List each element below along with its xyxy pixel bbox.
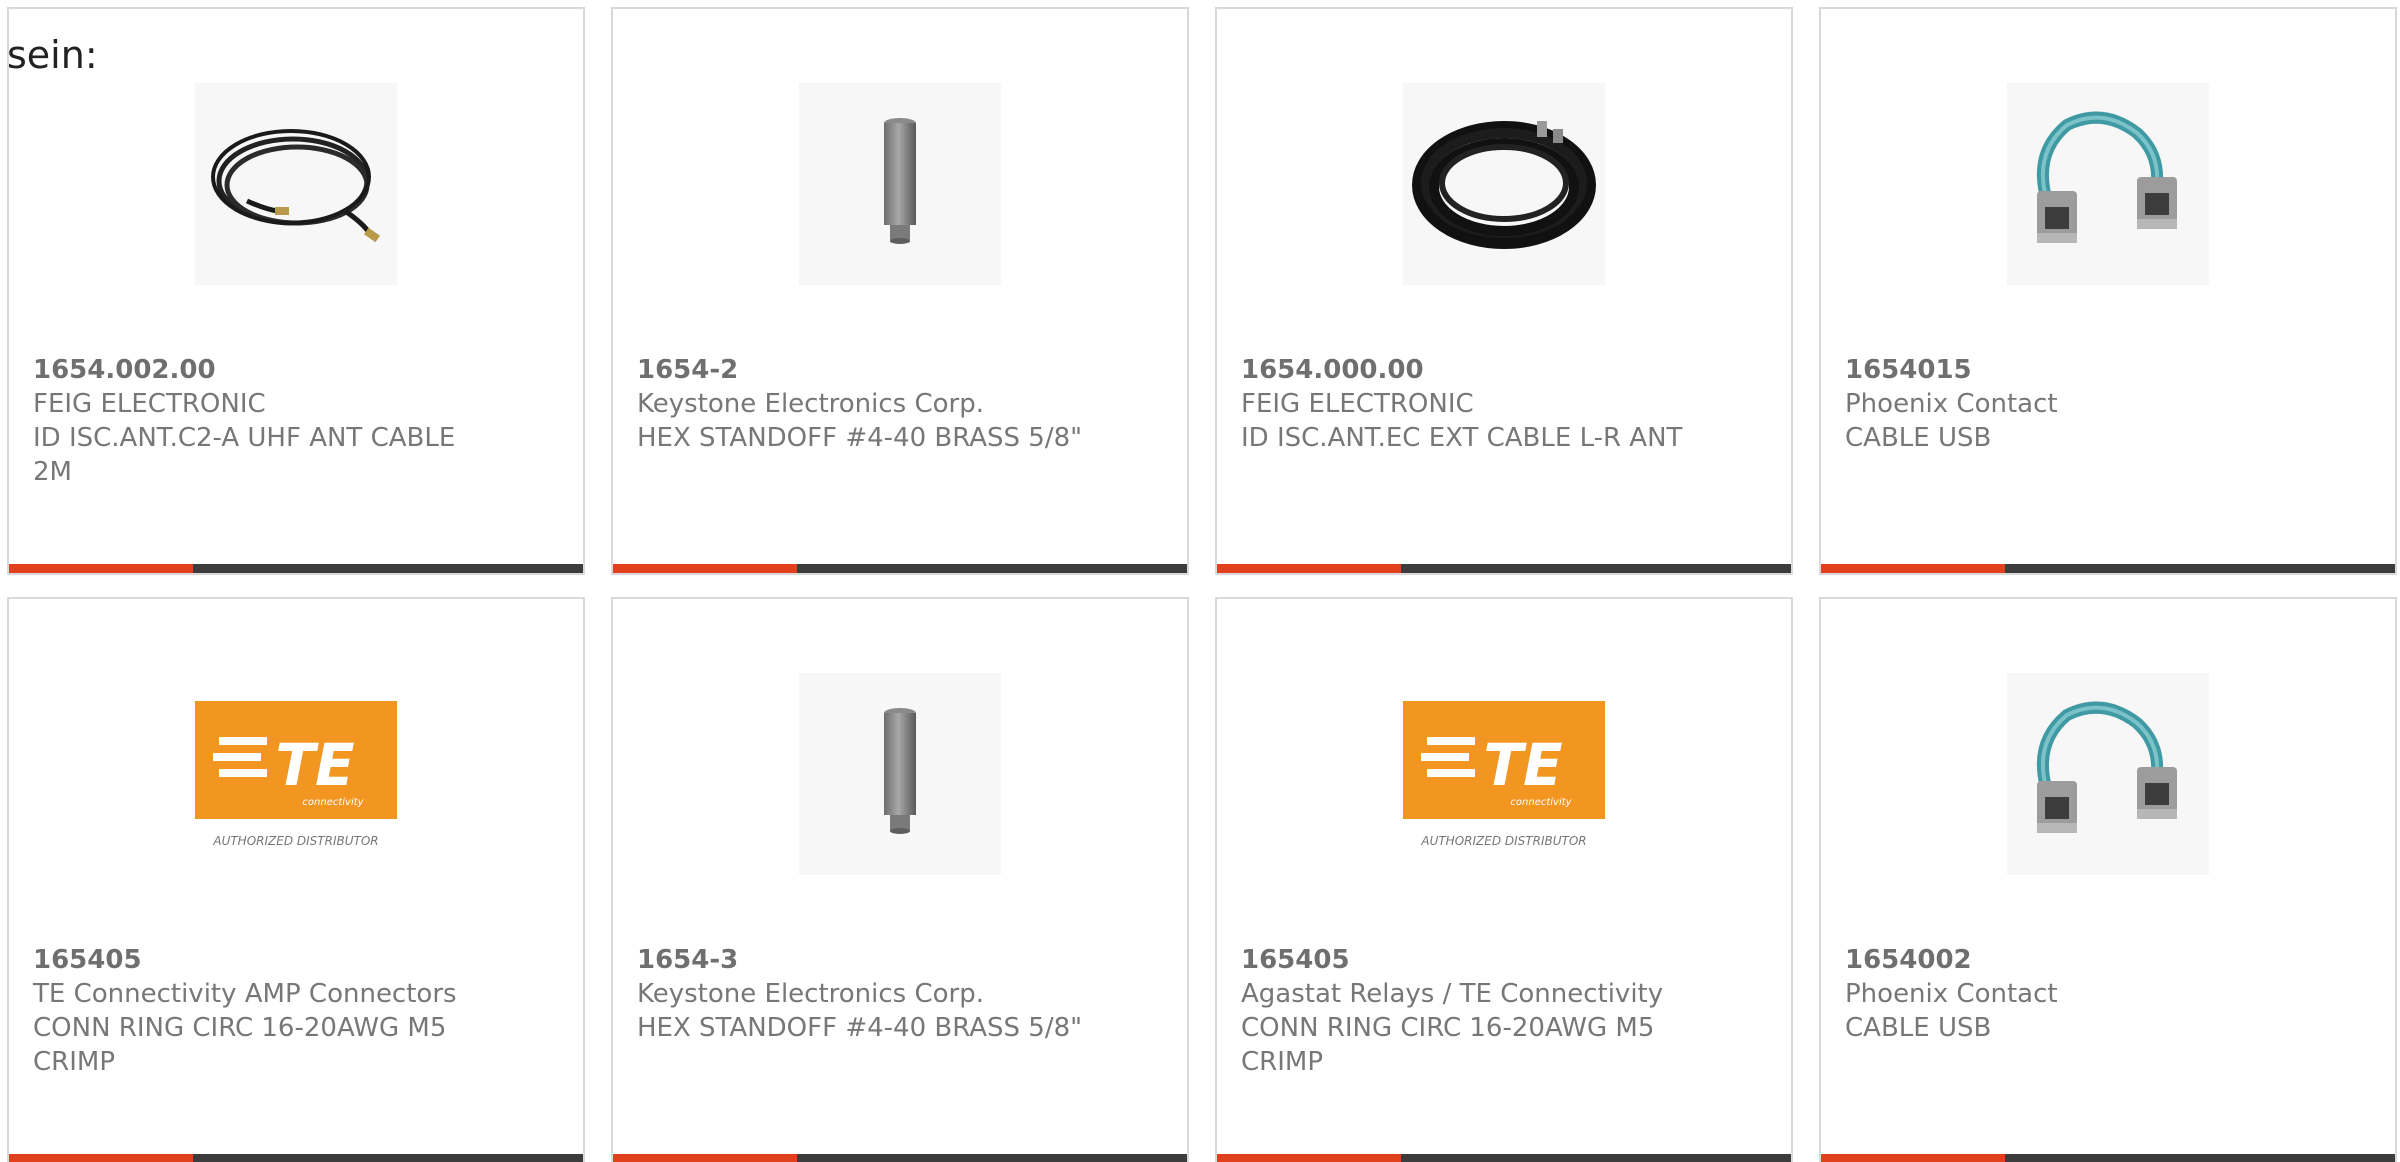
product-image[interactable]: [799, 673, 1001, 875]
card-bottom-bar: [9, 564, 583, 573]
part-number[interactable]: 1654.002.00: [33, 353, 493, 387]
card-accent: [1217, 1154, 1401, 1162]
card-bottom-bar: [9, 1154, 583, 1162]
te-logo-sub: connectivity: [1510, 797, 1572, 808]
part-number[interactable]: 1654.000.00: [1241, 353, 1701, 387]
card-accent: [9, 1154, 193, 1162]
part-number[interactable]: 1654002: [1845, 943, 2305, 977]
card-bottom-bar: [1217, 564, 1791, 573]
te-logo: TE connectivity AUTHORIZED DISTRIBUTOR: [195, 701, 397, 848]
hex-standoff-icon: [884, 708, 916, 834]
product-image[interactable]: [799, 83, 1001, 285]
manufacturer: Agastat Relays / TE Connectivity: [1241, 979, 1664, 1009]
product-image[interactable]: TE connectivity AUTHORIZED DISTRIBUTOR: [195, 673, 397, 875]
description: ID ISC.ANT.C2-A UHF ANT CABLE 2M: [33, 423, 456, 487]
product-info: 1654-3 Keystone Electronics Corp. HEX ST…: [637, 943, 1097, 1045]
description: CABLE USB: [1845, 1013, 1992, 1043]
product-info: 1654.002.00 FEIG ELECTRONIC ID ISC.ANT.C…: [33, 353, 493, 489]
card-accent: [1821, 564, 2005, 573]
te-logo-sub: connectivity: [302, 797, 364, 808]
hex-standoff-icon: [884, 118, 916, 244]
product-image[interactable]: [1403, 83, 1605, 285]
card-bottom-bar: [613, 1154, 1187, 1162]
card-accent: [1821, 1154, 2005, 1162]
product-card[interactable]: 1654.002.00 FEIG ELECTRONIC ID ISC.ANT.C…: [7, 7, 585, 575]
card-bottom-bar: [1821, 1154, 2395, 1162]
product-card[interactable]: 1654002 Phoenix Contact CABLE USB: [1819, 597, 2397, 1162]
card-bottom-bar: [1217, 1154, 1791, 1162]
te-logo-caption: AUTHORIZED DISTRIBUTOR: [1420, 834, 1586, 848]
coiled-cable-thick-icon: [1412, 121, 1596, 249]
part-number[interactable]: 1654-2: [637, 353, 1097, 387]
manufacturer: TE Connectivity AMP Connectors: [33, 979, 457, 1009]
manufacturer: FEIG ELECTRONIC: [1241, 389, 1474, 419]
lead-text: sein:: [7, 33, 98, 77]
te-logo-brand: TE: [275, 731, 354, 799]
manufacturer: Phoenix Contact: [1845, 979, 2058, 1009]
product-card[interactable]: 1654.000.00 FEIG ELECTRONIC ID ISC.ANT.E…: [1215, 7, 1793, 575]
product-card[interactable]: 1654015 Phoenix Contact CABLE USB: [1819, 7, 2397, 575]
product-image[interactable]: [2007, 83, 2209, 285]
product-info: 1654015 Phoenix Contact CABLE USB: [1845, 353, 2305, 455]
manufacturer: Keystone Electronics Corp.: [637, 979, 985, 1009]
description: CONN RING CIRC 16-20AWG M5 CRIMP: [33, 1013, 447, 1077]
product-image[interactable]: [2007, 673, 2209, 875]
description: CONN RING CIRC 16-20AWG M5 CRIMP: [1241, 1013, 1655, 1077]
product-info: 1654.000.00 FEIG ELECTRONIC ID ISC.ANT.E…: [1241, 353, 1701, 455]
product-image[interactable]: [195, 83, 397, 285]
te-logo-caption: AUTHORIZED DISTRIBUTOR: [212, 834, 378, 848]
product-grid-page: sein: 1654.002.00 FEIG ELECTRONIC ID ISC…: [0, 0, 2400, 1162]
part-number[interactable]: 165405: [1241, 943, 1701, 977]
product-info: 165405 TE Connectivity AMP Connectors CO…: [33, 943, 493, 1079]
card-accent: [9, 564, 193, 573]
te-logo: TE connectivity AUTHORIZED DISTRIBUTOR: [1403, 701, 1605, 848]
manufacturer: FEIG ELECTRONIC: [33, 389, 266, 419]
part-number[interactable]: 1654-3: [637, 943, 1097, 977]
card-accent: [613, 564, 797, 573]
description: ID ISC.ANT.EC EXT CABLE L-R ANT: [1241, 423, 1683, 453]
product-info: 165405 Agastat Relays / TE Connectivity …: [1241, 943, 1701, 1079]
te-logo-brand: TE: [1483, 731, 1562, 799]
description: HEX STANDOFF #4-40 BRASS 5/8": [637, 1013, 1083, 1043]
manufacturer: Phoenix Contact: [1845, 389, 2058, 419]
card-accent: [613, 1154, 797, 1162]
product-card[interactable]: 1654-2 Keystone Electronics Corp. HEX ST…: [611, 7, 1189, 575]
product-info: 1654-2 Keystone Electronics Corp. HEX ST…: [637, 353, 1097, 455]
product-card[interactable]: 1654-3 Keystone Electronics Corp. HEX ST…: [611, 597, 1189, 1162]
usb-cable-icon: [2036, 701, 2177, 833]
coiled-cable-thin-icon: [211, 129, 381, 243]
manufacturer: Keystone Electronics Corp.: [637, 389, 985, 419]
description: CABLE USB: [1845, 423, 1992, 453]
usb-cable-icon: [2036, 111, 2177, 243]
part-number[interactable]: 165405: [33, 943, 493, 977]
product-image[interactable]: TE connectivity AUTHORIZED DISTRIBUTOR: [1403, 673, 1605, 875]
part-number[interactable]: 1654015: [1845, 353, 2305, 387]
card-accent: [1217, 564, 1401, 573]
product-info: 1654002 Phoenix Contact CABLE USB: [1845, 943, 2305, 1045]
product-card[interactable]: TE connectivity AUTHORIZED DISTRIBUTOR 1…: [1215, 597, 1793, 1162]
card-bottom-bar: [613, 564, 1187, 573]
description: HEX STANDOFF #4-40 BRASS 5/8": [637, 423, 1083, 453]
product-card[interactable]: TE connectivity AUTHORIZED DISTRIBUTOR 1…: [7, 597, 585, 1162]
card-bottom-bar: [1821, 564, 2395, 573]
